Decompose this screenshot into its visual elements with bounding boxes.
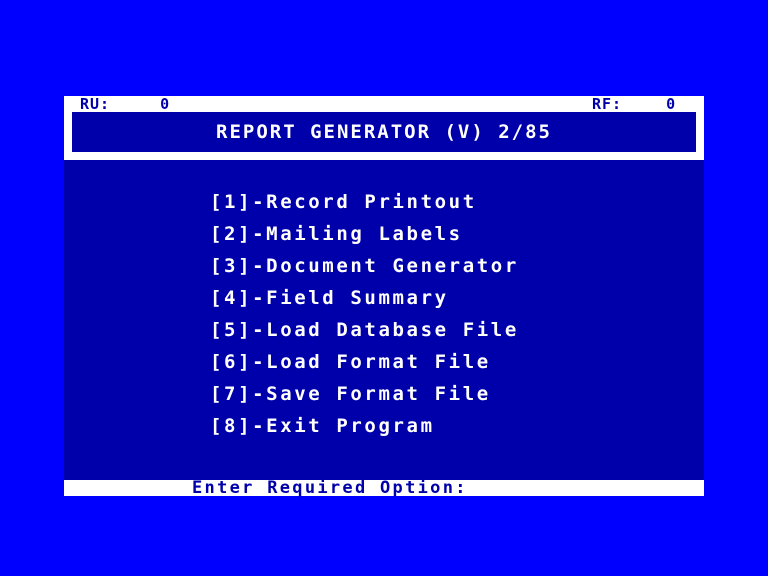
rf-value: 0: [666, 95, 677, 113]
prompt-text: Enter Required Option:: [192, 478, 468, 498]
rf-status: RF: 0: [592, 96, 676, 112]
ru-status: RU: 0: [80, 96, 170, 112]
header-area: RU: 0 RF: 0 REPORT GENERATOR (V) 2/85: [64, 96, 704, 160]
menu-item-save-format-file[interactable]: [7]-Save Format File: [210, 378, 519, 410]
menu-item-exit-program[interactable]: [8]-Exit Program: [210, 410, 519, 442]
prompt-bar[interactable]: Enter Required Option:: [64, 478, 704, 498]
main-menu: [1]-Record Printout [2]-Mailing Labels […: [210, 186, 519, 442]
rf-label: RF:: [592, 95, 623, 113]
menu-item-record-printout[interactable]: [1]-Record Printout: [210, 186, 519, 218]
page-title: REPORT GENERATOR (V) 2/85: [216, 121, 552, 143]
ru-value: 0: [160, 95, 171, 113]
ru-label: RU:: [80, 95, 111, 113]
menu-item-load-format-file[interactable]: [6]-Load Format File: [210, 346, 519, 378]
menu-item-load-database-file[interactable]: [5]-Load Database File: [210, 314, 519, 346]
menu-item-field-summary[interactable]: [4]-Field Summary: [210, 282, 519, 314]
title-box: REPORT GENERATOR (V) 2/85: [72, 112, 696, 152]
menu-item-document-generator[interactable]: [3]-Document Generator: [210, 250, 519, 282]
menu-item-mailing-labels[interactable]: [2]-Mailing Labels: [210, 218, 519, 250]
main-panel: RU: 0 RF: 0 REPORT GENERATOR (V) 2/85 [1]-…: [64, 96, 704, 498]
